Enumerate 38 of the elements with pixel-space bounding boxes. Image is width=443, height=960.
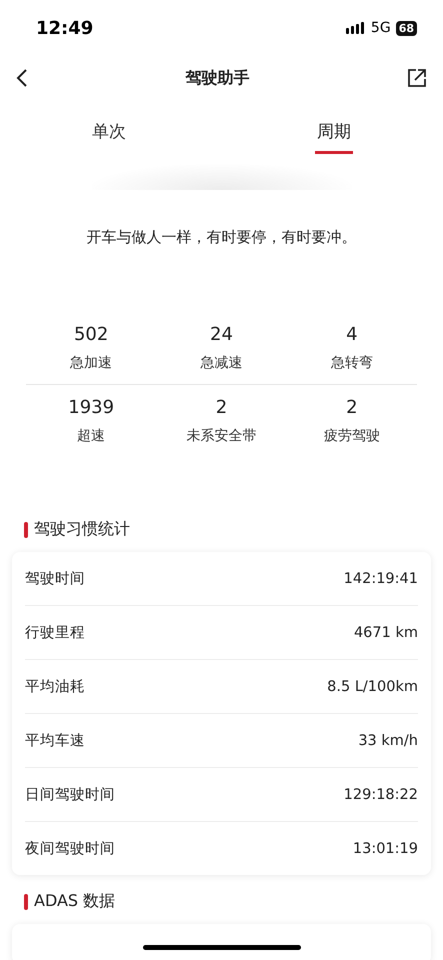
event-count: 2 <box>216 397 228 418</box>
event-label: 未系安全带 <box>186 427 256 445</box>
network-label: 5G <box>370 20 391 36</box>
event-count: 1939 <box>68 397 114 418</box>
status-time: 12:49 <box>36 18 94 38</box>
event-label: 急减速 <box>200 354 242 372</box>
stat-label: 行驶里程 <box>25 624 85 642</box>
section-title: ADAS 数据 <box>34 891 116 912</box>
event-count: 502 <box>74 324 108 345</box>
stat-label: 日间驾驶时间 <box>25 786 115 804</box>
section-marker <box>24 522 28 538</box>
event-count: 24 <box>210 324 233 345</box>
event-count: 2 <box>346 397 358 418</box>
stat-value: 8.5 L/100km <box>327 678 418 694</box>
period-tab[interactable]: 单次 <box>90 118 128 154</box>
back-icon[interactable] <box>16 68 28 88</box>
section-marker <box>24 894 28 910</box>
stat-value: 13:01:19 <box>352 840 418 856</box>
event-count: 4 <box>346 324 358 345</box>
motto-text: 开车与做人一样，有时要停，有时要冲。 <box>86 228 358 247</box>
event-label: 急加速 <box>70 354 112 372</box>
share-icon[interactable] <box>407 68 427 88</box>
stat-value: 4671 km <box>354 624 418 640</box>
page-title: 驾驶助手 <box>186 68 250 88</box>
signal-icon <box>346 22 366 34</box>
stat-label: 驾驶时间 <box>25 570 85 588</box>
stat-value: 33 km/h <box>358 732 418 748</box>
section-title: 驾驶习惯统计 <box>34 519 130 540</box>
event-label: 超速 <box>77 427 106 445</box>
stat-label: 平均油耗 <box>25 678 85 696</box>
stat-value: 129:18:22 <box>344 786 418 802</box>
event-label: 急转弯 <box>330 354 373 372</box>
battery-indicator: 68 <box>396 20 417 36</box>
stat-label: 夜间驾驶时间 <box>25 840 115 858</box>
stat-value: 142:19:41 <box>344 570 418 586</box>
event-label: 疲劳驾驶 <box>324 427 380 445</box>
period-tab[interactable]: 周期 <box>315 118 353 154</box>
stat-label: 平均车速 <box>25 732 85 750</box>
